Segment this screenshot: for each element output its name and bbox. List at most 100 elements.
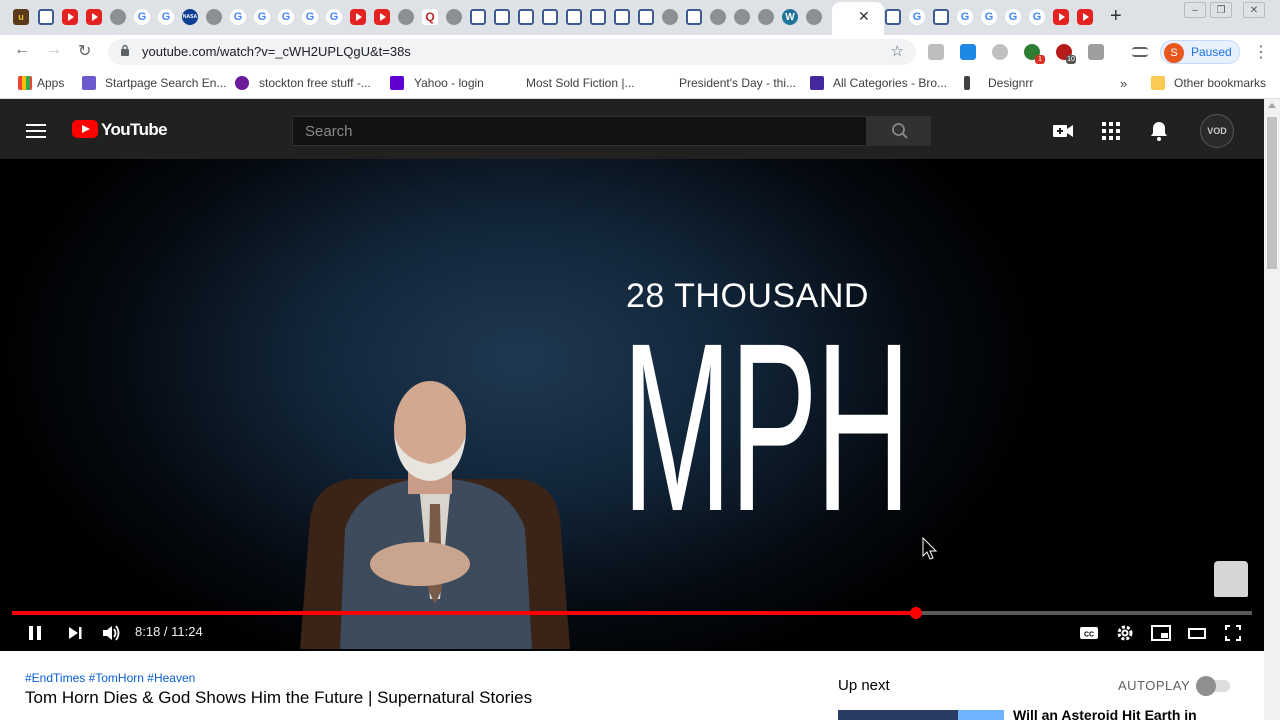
- tab-document-icon[interactable]: [566, 9, 582, 25]
- page-scrollbar[interactable]: [1264, 99, 1280, 720]
- notifications-bell-icon[interactable]: [1147, 119, 1171, 143]
- bookmark-all-categories[interactable]: All Categories - Bro...: [833, 76, 947, 90]
- tab-google-icon[interactable]: G: [302, 9, 318, 25]
- close-window-button[interactable]: ✕: [1243, 2, 1265, 18]
- forward-arrow-icon[interactable]: →: [46, 41, 62, 59]
- next-video-title[interactable]: Will an Asteroid Hit Earth in: [1013, 707, 1197, 723]
- tab-globe-icon[interactable]: [398, 9, 414, 25]
- tab-document-icon[interactable]: [638, 9, 654, 25]
- other-bookmarks[interactable]: Other bookmarks: [1174, 76, 1266, 90]
- bookmark-star-icon[interactable]: ☆: [891, 42, 904, 60]
- url-text[interactable]: youtube.com/watch?v=_cWH2UPLQgU&t=38s: [142, 44, 411, 59]
- channel-watermark-icon[interactable]: [1214, 561, 1248, 597]
- tab-quora-icon[interactable]: Q: [422, 9, 438, 25]
- tab-google-icon[interactable]: G: [230, 9, 246, 25]
- search-input[interactable]: [293, 117, 866, 145]
- tab-youtube-icon[interactable]: [350, 9, 366, 25]
- create-video-icon[interactable]: [1051, 119, 1075, 143]
- reading-list-icon[interactable]: [1132, 47, 1148, 57]
- tab-globe-icon[interactable]: [710, 9, 726, 25]
- reload-icon[interactable]: ↻: [78, 41, 91, 61]
- tab-close-icon[interactable]: ✕: [858, 8, 870, 25]
- tab-youtube-icon[interactable]: [1053, 9, 1069, 25]
- settings-button[interactable]: [1116, 624, 1134, 647]
- tab-globe-icon[interactable]: [206, 9, 222, 25]
- tab-document-icon[interactable]: [494, 9, 510, 25]
- bookmark-apps[interactable]: Apps: [37, 76, 64, 90]
- video-hashtags[interactable]: #EndTimes #TomHorn #Heaven: [25, 671, 195, 685]
- tab-google-icon[interactable]: G: [134, 9, 150, 25]
- tab-document-icon[interactable]: [885, 9, 901, 25]
- tab-google-icon[interactable]: G: [1005, 9, 1021, 25]
- new-tab-button[interactable]: +: [1110, 5, 1122, 28]
- tab-google-icon[interactable]: G: [981, 9, 997, 25]
- tab-document-icon[interactable]: [590, 9, 606, 25]
- tab-youtube-icon[interactable]: [62, 9, 78, 25]
- bookmark-most-sold[interactable]: Most Sold Fiction |...: [526, 76, 635, 90]
- tab-document-icon[interactable]: [933, 9, 949, 25]
- code-extension-icon[interactable]: [1088, 44, 1104, 60]
- tab-youtube-icon[interactable]: [86, 9, 102, 25]
- tab-google-icon[interactable]: G: [278, 9, 294, 25]
- tab-google-icon[interactable]: G: [909, 9, 925, 25]
- pause-button[interactable]: [26, 624, 44, 647]
- miniplayer-button[interactable]: [1151, 624, 1171, 647]
- video-player[interactable]: 28 THOUSAND MPH 8:18 / 11:24 CC: [0, 159, 1264, 651]
- captions-button[interactable]: CC: [1079, 624, 1099, 647]
- fullscreen-button[interactable]: [1224, 624, 1242, 647]
- extension-icon[interactable]: [992, 44, 1008, 60]
- tab-document-icon[interactable]: [470, 9, 486, 25]
- tab-google-icon[interactable]: G: [326, 9, 342, 25]
- progress-scrubber[interactable]: [909, 607, 922, 619]
- apps-grid-icon[interactable]: [1099, 119, 1123, 143]
- youtube-logo-icon[interactable]: [72, 120, 98, 138]
- browser-menu-icon[interactable]: ⋮: [1253, 42, 1269, 62]
- theater-mode-button[interactable]: [1187, 624, 1207, 647]
- bookmark-designrr[interactable]: Designrr: [988, 76, 1033, 90]
- bookmarks-overflow-icon[interactable]: »: [1120, 76, 1127, 91]
- menu-icon[interactable]: [26, 124, 46, 138]
- account-avatar[interactable]: VOD: [1200, 114, 1234, 148]
- progress-bar[interactable]: [12, 607, 1252, 619]
- tab-globe-icon[interactable]: [662, 9, 678, 25]
- tab-google-icon[interactable]: G: [957, 9, 973, 25]
- back-arrow-icon[interactable]: ←: [14, 41, 30, 59]
- tab-youtube-icon[interactable]: [1077, 9, 1093, 25]
- tab-nasa-icon[interactable]: NASA: [182, 9, 198, 25]
- autoplay-toggle-knob[interactable]: [1196, 676, 1216, 696]
- tab-ups-icon[interactable]: u: [13, 9, 29, 25]
- browser-toolbar: ← → ↻ youtube.com/watch?v=_cWH2UPLQgU&t=…: [0, 35, 1280, 68]
- next-button[interactable]: [66, 624, 84, 647]
- tab-globe-icon[interactable]: [806, 9, 822, 25]
- tab-globe-icon[interactable]: [758, 9, 774, 25]
- tab-globe-icon[interactable]: [446, 9, 462, 25]
- tab-globe-icon[interactable]: [734, 9, 750, 25]
- tab-document-icon[interactable]: [518, 9, 534, 25]
- youtube-logo-text[interactable]: YouTube: [101, 120, 168, 140]
- address-bar[interactable]: youtube.com/watch?v=_cWH2UPLQgU&t=38s ☆: [108, 39, 916, 65]
- bookmark-startpage[interactable]: Startpage Search En...: [105, 76, 226, 90]
- extension-icon[interactable]: [928, 44, 944, 60]
- tab-document-icon[interactable]: [614, 9, 630, 25]
- bookmark-stockton[interactable]: stockton free stuff -...: [259, 76, 371, 90]
- scroll-up-arrow-icon[interactable]: [1268, 103, 1276, 108]
- profile-button[interactable]: S Paused: [1160, 40, 1240, 64]
- minimize-button[interactable]: –: [1184, 2, 1206, 18]
- volume-button[interactable]: [101, 624, 121, 647]
- bookmark-presidents-day[interactable]: President's Day - thi...: [679, 76, 796, 90]
- restore-button[interactable]: ❐: [1210, 2, 1232, 18]
- search-button[interactable]: [867, 116, 931, 146]
- tab-google-icon[interactable]: G: [254, 9, 270, 25]
- tab-google-icon[interactable]: G: [158, 9, 174, 25]
- tab-document-icon[interactable]: [38, 9, 54, 25]
- tab-wordpress-icon[interactable]: W: [782, 9, 798, 25]
- tab-document-icon[interactable]: [542, 9, 558, 25]
- extension-icon[interactable]: [960, 44, 976, 60]
- scrollbar-thumb[interactable]: [1267, 117, 1277, 269]
- next-video-thumbnail[interactable]: [838, 710, 1004, 720]
- tab-document-icon[interactable]: [686, 9, 702, 25]
- tab-google-icon[interactable]: G: [1029, 9, 1045, 25]
- bookmark-yahoo[interactable]: Yahoo - login: [414, 76, 484, 90]
- tab-globe-icon[interactable]: [110, 9, 126, 25]
- tab-youtube-icon[interactable]: [374, 9, 390, 25]
